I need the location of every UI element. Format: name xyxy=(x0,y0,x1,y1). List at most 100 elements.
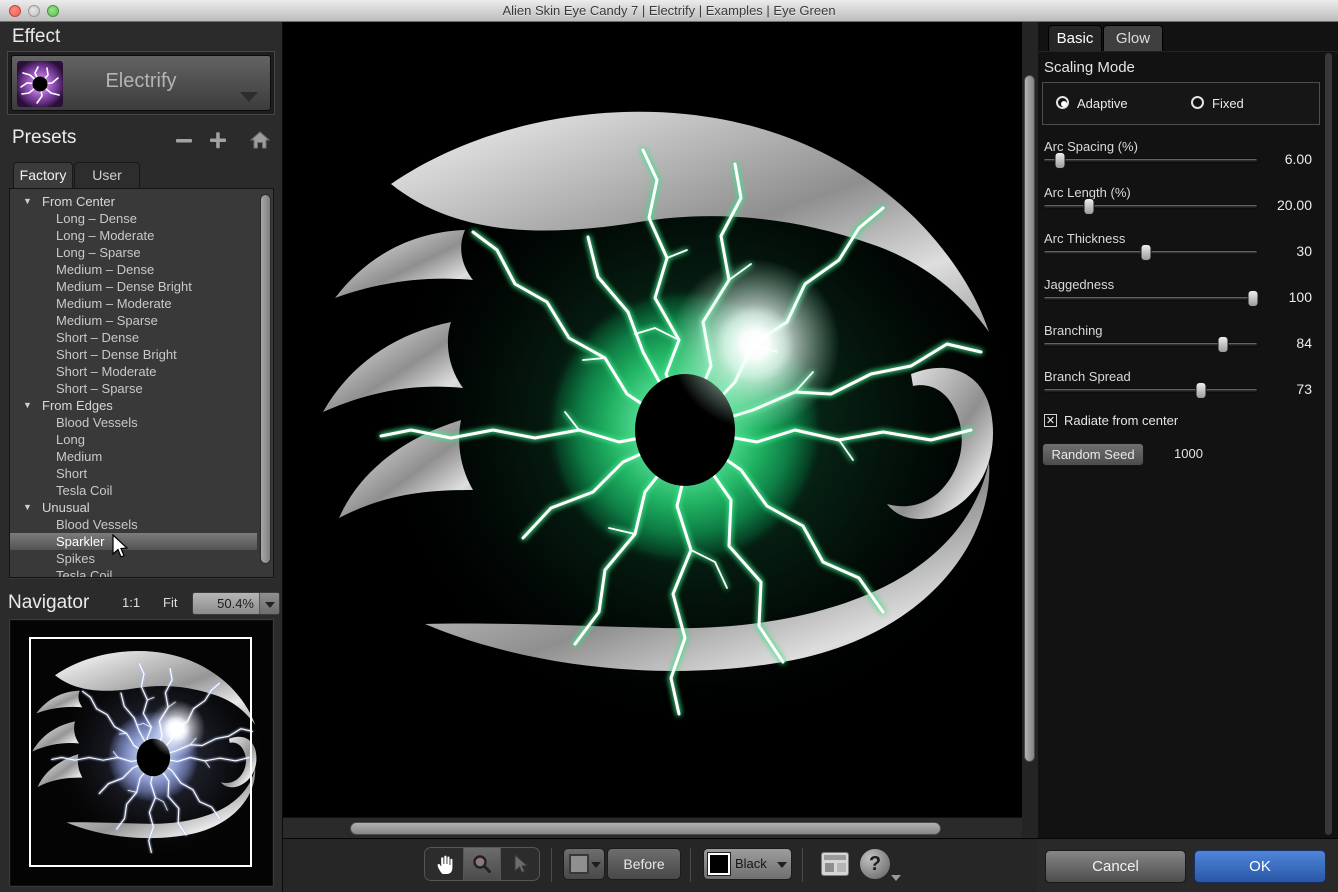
slider-track[interactable] xyxy=(1043,158,1258,163)
tab-basic[interactable]: Basic xyxy=(1048,25,1102,51)
radio-icon xyxy=(1191,96,1204,109)
before-button[interactable]: Before xyxy=(607,848,681,880)
preset-item-row[interactable]: Long xyxy=(10,431,273,448)
slider-thumb[interactable] xyxy=(1083,198,1094,215)
preset-item-row[interactable]: Short – Sparse xyxy=(10,380,273,397)
cancel-button[interactable]: Cancel xyxy=(1045,850,1186,883)
navigator-viewport-rect[interactable] xyxy=(29,637,252,867)
zoom-tool-button[interactable] xyxy=(463,848,501,880)
remove-preset-button[interactable] xyxy=(173,129,195,151)
ok-button[interactable]: OK xyxy=(1194,850,1326,883)
tab-user[interactable]: User xyxy=(74,162,140,188)
radio-icon xyxy=(1056,96,1069,109)
slider-thumb[interactable] xyxy=(1054,152,1065,169)
zoom-1to1-button[interactable]: 1:1 xyxy=(122,595,140,610)
chevron-down-icon xyxy=(259,593,279,614)
slider-value: 20.00 xyxy=(1277,197,1312,213)
slider-track[interactable] xyxy=(1043,388,1258,393)
canvas-vscrollbar[interactable] xyxy=(1022,22,1038,838)
slider-thumb[interactable] xyxy=(1217,336,1228,353)
preset-label: Unusual xyxy=(42,500,90,515)
hscroll-thumb[interactable] xyxy=(350,822,941,835)
home-icon xyxy=(249,129,271,151)
preset-item-row[interactable]: Sparkler xyxy=(10,533,257,550)
vscroll-thumb[interactable] xyxy=(1024,75,1035,762)
slider-value: 84 xyxy=(1296,335,1312,351)
preset-item-row[interactable]: Medium xyxy=(10,448,273,465)
preset-group-row[interactable]: ▼From Edges xyxy=(10,397,273,414)
preset-label: Short – Dense xyxy=(56,330,139,345)
preset-item-row[interactable]: Tesla Coil xyxy=(10,482,273,499)
scaling-mode-group: Adaptive Fixed xyxy=(1042,82,1320,125)
preset-label: Medium – Moderate xyxy=(56,296,172,311)
slider-value: 73 xyxy=(1296,381,1312,397)
settings-scrollbar[interactable] xyxy=(1325,53,1332,835)
preset-label: Long – Sparse xyxy=(56,245,141,260)
random-seed-button[interactable]: Random Seed xyxy=(1042,443,1144,466)
preset-item-row[interactable]: Medium – Sparse xyxy=(10,312,273,329)
preset-item-row[interactable]: Blood Vessels xyxy=(10,516,273,533)
settings-panel: Basic Glow Scaling Mode Adaptive Fixed A… xyxy=(1038,22,1338,892)
left-panel: Effect xyxy=(0,22,283,892)
tab-glow[interactable]: Glow xyxy=(1103,25,1163,51)
add-preset-button[interactable] xyxy=(207,129,229,151)
preset-label: Short xyxy=(56,466,87,481)
panel-toggle-button[interactable] xyxy=(821,852,849,876)
preset-item-row[interactable]: Blood Vessels xyxy=(10,414,273,431)
slider-label: Branch Spread xyxy=(1044,369,1131,384)
preset-label: Tesla Coil xyxy=(56,568,112,578)
preset-group-row[interactable]: ▼From Center xyxy=(10,193,273,210)
help-menu-arrow-icon[interactable] xyxy=(891,875,901,881)
preset-label: From Edges xyxy=(42,398,113,413)
slider-label: Jaggedness xyxy=(1044,277,1114,292)
slider-track[interactable] xyxy=(1043,204,1258,209)
preset-item-row[interactable]: Medium – Dense xyxy=(10,261,273,278)
checkbox-label: Radiate from center xyxy=(1064,413,1178,428)
zoom-fit-button[interactable]: Fit xyxy=(163,595,177,610)
help-button[interactable]: ? xyxy=(859,848,891,880)
preset-item-row[interactable]: Short – Dense xyxy=(10,329,273,346)
preset-item-row[interactable]: Short xyxy=(10,465,273,482)
slider-thumb[interactable] xyxy=(1247,290,1258,307)
hand-tool-button[interactable] xyxy=(425,848,463,880)
preset-item-row[interactable]: Long – Moderate xyxy=(10,227,273,244)
preset-item-row[interactable]: Spikes xyxy=(10,550,273,567)
preset-list-scrollbar[interactable] xyxy=(260,194,271,564)
preset-item-row[interactable]: Short – Dense Bright xyxy=(10,346,273,363)
canvas-hscrollbar[interactable] xyxy=(283,817,1022,838)
scaling-mode-heading: Scaling Mode xyxy=(1044,59,1135,76)
preset-group-row[interactable]: ▼Unusual xyxy=(10,499,273,516)
view-mode-button[interactable] xyxy=(563,848,605,880)
slider-thumb[interactable] xyxy=(1195,382,1206,399)
effect-picker-button[interactable]: Electrify xyxy=(11,55,271,111)
footer: Cancel OK xyxy=(1038,838,1338,892)
preset-item-row[interactable]: Medium – Moderate xyxy=(10,295,273,312)
zoom-level-dropdown[interactable]: 50.4% xyxy=(192,592,280,615)
slider-track[interactable] xyxy=(1043,250,1258,255)
slider-track[interactable] xyxy=(1043,296,1258,301)
background-color-button[interactable]: Black xyxy=(703,848,792,880)
slider-row: Arc Spacing (%)6.00 xyxy=(1038,138,1338,184)
toolbar-separator xyxy=(802,848,803,882)
tab-factory[interactable]: Factory xyxy=(13,162,73,188)
slider-thumb[interactable] xyxy=(1141,244,1152,261)
preset-label: Long – Dense xyxy=(56,211,137,226)
slider-label: Branching xyxy=(1044,323,1103,338)
preview-canvas[interactable] xyxy=(283,22,1022,817)
navigator-heading: Navigator xyxy=(8,592,89,614)
minus-icon xyxy=(173,129,195,151)
preset-item-row[interactable]: Tesla Coil xyxy=(10,567,273,578)
preset-item-row[interactable]: Long – Sparse xyxy=(10,244,273,261)
preset-item-row[interactable]: Short – Moderate xyxy=(10,363,273,380)
pointer-tool-button[interactable] xyxy=(501,848,539,880)
slider-track[interactable] xyxy=(1043,342,1258,347)
preset-item-row[interactable]: Long – Dense xyxy=(10,210,273,227)
random-seed-value: 1000 xyxy=(1174,446,1203,461)
slider-row: Arc Length (%)20.00 xyxy=(1038,184,1338,230)
effect-heading: Effect xyxy=(12,26,60,48)
preset-item-row[interactable]: Medium – Dense Bright xyxy=(10,278,273,295)
titlebar: Alien Skin Eye Candy 7 | Electrify | Exa… xyxy=(0,0,1338,22)
plus-icon xyxy=(207,129,229,151)
preset-label: Medium – Sparse xyxy=(56,313,158,328)
home-preset-button[interactable] xyxy=(249,129,271,151)
